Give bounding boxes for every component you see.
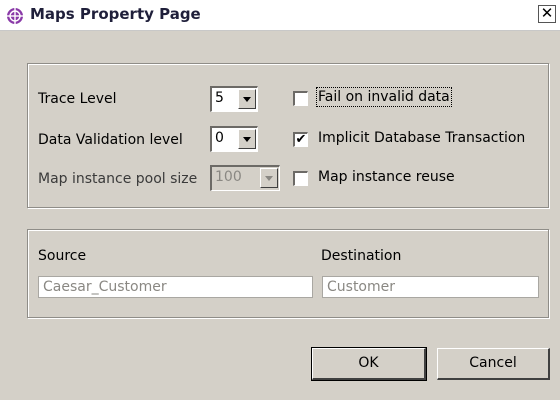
fail-on-invalid-label[interactable]: Fail on invalid data	[316, 87, 452, 107]
chevron-down-icon	[243, 137, 251, 142]
chevron-down-icon	[243, 97, 251, 102]
destination-label: Destination	[321, 248, 402, 264]
pool-size-label: Map instance pool size	[38, 171, 198, 187]
window-title: Maps Property Page	[30, 5, 201, 23]
data-validation-label: Data Validation level	[38, 132, 183, 148]
fail-on-invalid-checkbox[interactable]	[293, 91, 308, 106]
trace-level-combo[interactable]: 5	[210, 86, 258, 112]
source-label: Source	[38, 248, 87, 264]
implicit-transaction-label[interactable]: Implicit Database Transaction	[318, 130, 525, 146]
dialog-body: Trace Level 5 Data Validation level 0 Ma…	[0, 31, 560, 400]
cancel-button[interactable]: Cancel	[437, 348, 550, 380]
pool-size-value: 100	[215, 169, 242, 185]
destination-field[interactable]: Customer	[322, 276, 539, 298]
maps-group	[27, 229, 549, 318]
checkmark-icon: ✔	[295, 132, 307, 147]
instance-reuse-checkbox[interactable]	[293, 171, 308, 186]
trace-level-dropdown-button[interactable]	[238, 89, 256, 109]
pool-size-combo[interactable]: 100	[210, 165, 280, 191]
data-validation-dropdown-button[interactable]	[238, 129, 256, 149]
data-validation-combo[interactable]: 0	[210, 126, 258, 152]
pool-size-dropdown-button[interactable]	[260, 168, 278, 188]
close-icon[interactable]: ✕	[538, 5, 556, 23]
implicit-transaction-checkbox[interactable]: ✔	[293, 132, 308, 147]
app-icon	[7, 8, 23, 24]
data-validation-value: 0	[215, 130, 224, 146]
title-bar[interactable]: Maps Property Page ✕	[0, 0, 560, 31]
trace-level-value: 5	[215, 90, 224, 106]
chevron-down-icon	[265, 176, 273, 181]
instance-reuse-label[interactable]: Map instance reuse	[318, 169, 455, 185]
ok-button[interactable]: OK	[311, 347, 427, 381]
source-field[interactable]: Caesar_Customer	[38, 276, 313, 298]
trace-level-label: Trace Level	[38, 91, 117, 107]
